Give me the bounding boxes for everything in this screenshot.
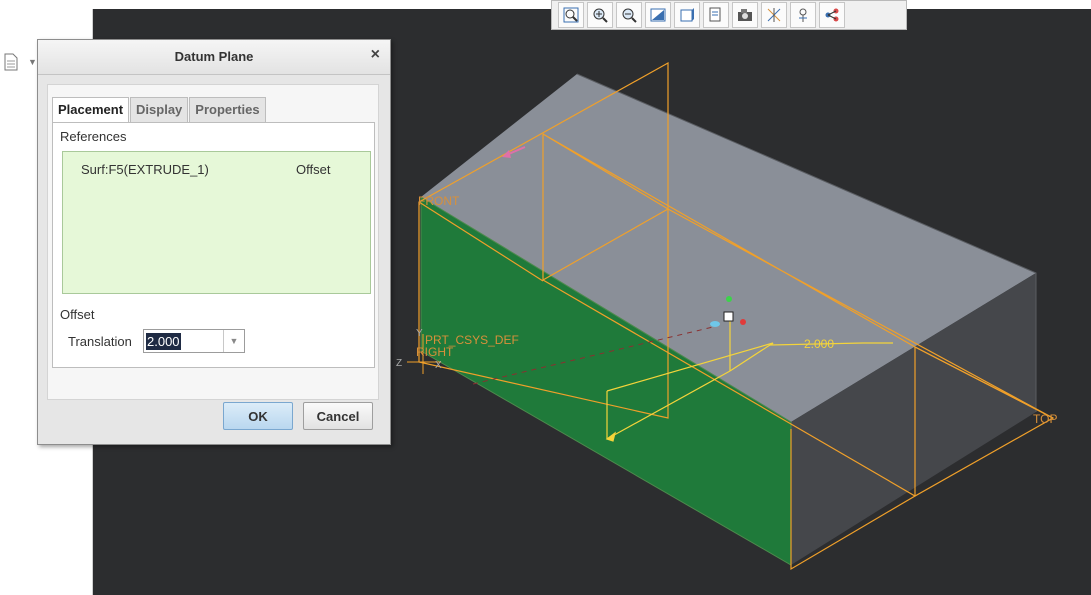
label-front: FRONT — [418, 194, 460, 208]
dimension-value[interactable]: 2.000 — [804, 337, 834, 351]
zoom-fit-button[interactable] — [558, 2, 584, 28]
document-icon[interactable] — [4, 53, 18, 71]
repaint-button[interactable] — [645, 2, 671, 28]
zoom-in-button[interactable] — [587, 2, 613, 28]
axis-label-y: Y — [416, 328, 423, 339]
tab-placement[interactable]: Placement — [52, 97, 130, 123]
translation-label: Translation — [68, 334, 132, 349]
display-style-button[interactable] — [674, 2, 700, 28]
references-collector[interactable]: Surf:F5(EXTRUDE_1) Offset — [62, 151, 371, 294]
spin-center-icon — [825, 8, 839, 22]
repaint-icon — [650, 8, 666, 22]
dialog-titlebar[interactable]: Datum Plane × — [38, 40, 390, 75]
chevron-down-icon[interactable]: ▼ — [28, 57, 37, 67]
references-label: References — [60, 129, 127, 144]
view-manager-button[interactable] — [732, 2, 758, 28]
zoom-out-icon — [622, 8, 637, 23]
reference-row[interactable]: Surf:F5(EXTRUDE_1) Offset — [81, 162, 361, 177]
view-toolbar — [551, 0, 907, 30]
axis-label-x: X — [435, 360, 442, 371]
zoom-fit-icon — [563, 7, 579, 23]
dialog-title: Datum Plane — [174, 49, 254, 64]
saved-orientations-icon — [709, 7, 721, 22]
translation-value[interactable]: 2.000 — [146, 333, 181, 350]
datum-display-button[interactable] — [761, 2, 787, 28]
zoom-in-icon — [593, 8, 608, 23]
spin-center-button[interactable] — [819, 2, 845, 28]
datum-display-icon — [767, 8, 781, 22]
label-top: TOP — [1033, 412, 1057, 426]
axis-label-z: Z — [396, 358, 402, 369]
annotation-display-icon — [799, 8, 807, 22]
chevron-down-icon[interactable]: ▼ — [223, 330, 244, 352]
cancel-button[interactable]: Cancel — [303, 402, 373, 430]
reference-surface: Surf:F5(EXTRUDE_1) — [81, 162, 209, 177]
close-icon[interactable]: × — [371, 46, 380, 64]
view-manager-icon — [738, 9, 752, 21]
offset-label: Offset — [60, 307, 95, 322]
tab-properties[interactable]: Properties — [189, 97, 266, 122]
reference-constraint-type[interactable]: Offset — [296, 162, 330, 177]
translation-input[interactable]: 2.000 ▼ — [143, 329, 245, 353]
drag-handle-icon[interactable] — [723, 311, 734, 322]
tab-bar: Placement Display Properties — [52, 97, 267, 123]
tab-display[interactable]: Display — [130, 97, 189, 122]
label-right: RIGHT — [416, 345, 454, 359]
ok-button[interactable]: OK — [223, 402, 293, 430]
annotation-display-button[interactable] — [790, 2, 816, 28]
display-style-icon — [680, 8, 694, 22]
zoom-out-button[interactable] — [616, 2, 642, 28]
datum-plane-dialog: Datum Plane × Placement Display Properti… — [37, 39, 391, 445]
saved-orientations-button[interactable] — [703, 2, 729, 28]
